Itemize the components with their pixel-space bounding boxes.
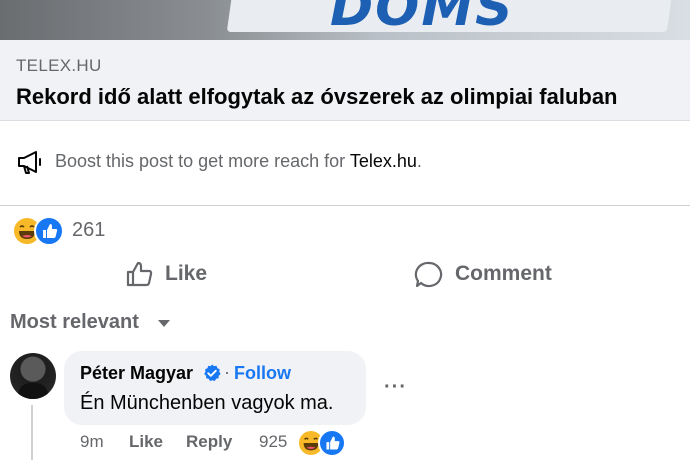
- comment-reply-button[interactable]: Reply: [186, 432, 232, 452]
- avatar-shirt: [18, 383, 48, 399]
- like-reaction-icon: [34, 216, 64, 246]
- comment-author-name[interactable]: Péter Magyar: [80, 363, 193, 384]
- separator-dot: ·: [224, 362, 230, 382]
- like-reaction-icon-small: [318, 429, 346, 457]
- reaction-count[interactable]: 261: [72, 219, 105, 242]
- caret-down-icon[interactable]: [158, 320, 170, 327]
- boost-prefix: Boost this post to get more reach for: [55, 151, 350, 171]
- comment-bubble-icon: [414, 261, 443, 288]
- verified-badge-icon: [204, 364, 221, 381]
- boost-post-row[interactable]: Boost this post to get more reach for Te…: [0, 121, 690, 206]
- sign-lettering: DOMS: [330, 0, 515, 38]
- thumbs-up-icon: [126, 261, 153, 287]
- commenter-avatar[interactable]: [10, 353, 56, 399]
- thread-line: [31, 405, 33, 460]
- comment-action-label: Comment: [455, 262, 552, 285]
- follow-button[interactable]: Follow: [234, 363, 291, 384]
- comment-reaction-count[interactable]: 925: [259, 432, 287, 452]
- comment-timestamp[interactable]: 9m: [80, 432, 104, 452]
- comment-sort-dropdown[interactable]: Most relevant: [10, 311, 139, 334]
- more-options-icon[interactable]: ···: [384, 376, 407, 399]
- comment-text: Én Münchenben vagyok ma.: [80, 392, 334, 414]
- boost-text: Boost this post to get more reach for Te…: [55, 151, 422, 172]
- link-preview-image[interactable]: DOMS: [0, 0, 690, 40]
- like-action-label: Like: [165, 262, 208, 285]
- link-domain: TELEX.HU: [16, 56, 102, 75]
- link-headline[interactable]: Rekord idő alatt elfogytak az óvszerek a…: [16, 84, 618, 110]
- boost-suffix: .: [416, 151, 422, 171]
- megaphone-icon: [18, 151, 41, 174]
- comment-like-button[interactable]: Like: [129, 432, 163, 452]
- boost-page-name: Telex.hu: [349, 151, 417, 171]
